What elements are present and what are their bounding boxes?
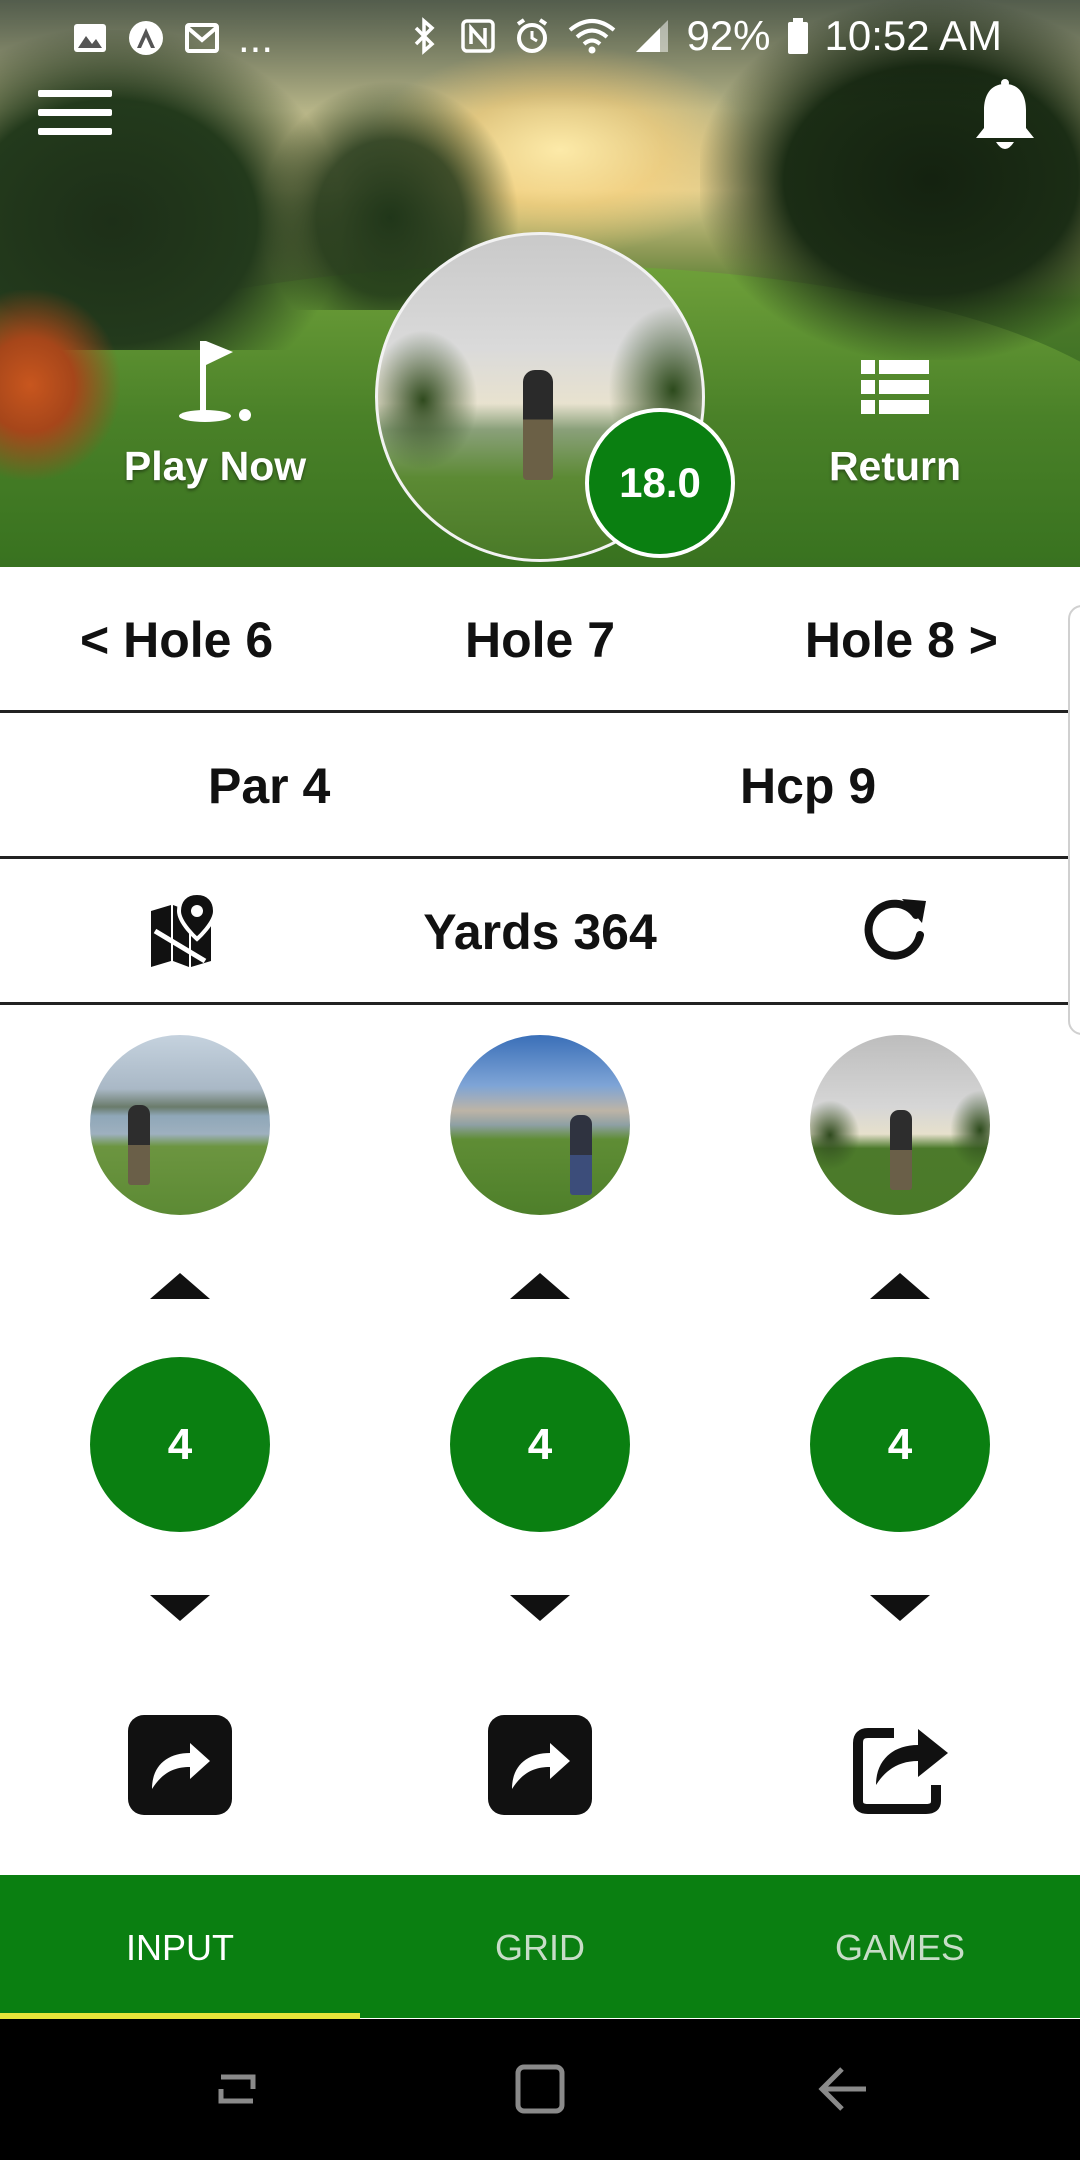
increase-score-arrow-icon[interactable] — [860, 1267, 940, 1307]
hamburger-menu-button[interactable] — [38, 90, 112, 146]
hero-header: ... 92% 10:52 AM Play Now Return 18.0 — [0, 0, 1080, 567]
bell-icon[interactable] — [970, 78, 1040, 158]
share-outline-icon[interactable] — [846, 1709, 954, 1817]
bottom-tab-bar: INPUT GRID GAMES — [0, 1875, 1080, 2018]
player-column: 4 — [80, 1035, 280, 1835]
alarm-icon — [517, 18, 548, 53]
increase-score-arrow-icon[interactable] — [500, 1267, 580, 1307]
photo-tree — [378, 330, 478, 470]
handicap-badge: 18.0 — [585, 408, 735, 558]
hole-handicap-label: Hcp 9 — [740, 758, 877, 814]
player-score[interactable]: 4 — [810, 1357, 990, 1532]
photo-golfer — [890, 1110, 912, 1190]
menu-icon — [38, 90, 112, 97]
clock-time: 10:52 AM — [824, 12, 1002, 59]
signal-icon — [636, 20, 669, 52]
player-avatar[interactable] — [450, 1035, 630, 1215]
list-icon — [861, 360, 929, 414]
recent-apps-icon[interactable] — [207, 2059, 267, 2119]
menu-icon — [38, 128, 112, 135]
hole-navigation-row: < Hole 6 Hole 7 Hole 8 > — [0, 567, 1080, 713]
back-icon[interactable] — [812, 2059, 872, 2119]
status-bar: ... 92% 10:52 AM — [0, 0, 1080, 70]
play-now-button[interactable]: Play Now — [110, 335, 320, 505]
player-column: 4 — [800, 1035, 1000, 1835]
current-hole-label: Hole 7 — [464, 612, 616, 668]
player-column: 4 — [440, 1035, 640, 1835]
decrease-score-arrow-icon[interactable] — [500, 1587, 580, 1627]
home-icon[interactable] — [510, 2059, 570, 2119]
gallery-icon — [74, 24, 106, 52]
player-score[interactable]: 4 — [90, 1357, 270, 1532]
share-icon[interactable] — [486, 1709, 594, 1817]
yardage-row: Yards 364 — [0, 859, 1080, 1005]
status-right-icons: 92% 10:52 AM — [404, 12, 1002, 60]
bluetooth-icon — [415, 17, 436, 55]
wifi-icon — [569, 19, 616, 54]
next-hole-button[interactable]: Hole 8 > — [805, 611, 998, 669]
par-label: Par 4 — [208, 758, 331, 814]
photo-golfer — [570, 1115, 592, 1195]
return-button[interactable]: Return — [800, 360, 990, 500]
photo-tree — [810, 1100, 860, 1170]
tab-input[interactable]: INPUT — [0, 1875, 360, 2018]
return-label: Return — [828, 443, 962, 489]
photo-golfer — [128, 1105, 150, 1185]
player-score[interactable]: 4 — [450, 1357, 630, 1532]
player-avatar[interactable] — [90, 1035, 270, 1215]
more-notifications-indicator: ... — [238, 14, 274, 61]
nfc-icon — [461, 19, 496, 53]
app-a-icon — [129, 21, 163, 55]
photo-golfer — [523, 370, 553, 480]
photo-tree — [950, 1090, 990, 1170]
previous-hole-button[interactable]: < Hole 6 — [80, 611, 273, 669]
player-avatar[interactable] — [810, 1035, 990, 1215]
status-left-icons: ... — [70, 14, 273, 62]
hole-info-row: Par 4 Hcp 9 — [0, 713, 1080, 859]
mail-icon — [185, 23, 219, 53]
side-drawer-handle[interactable] — [1068, 605, 1080, 1035]
system-navigation-bar — [0, 2019, 1080, 2160]
battery-percent: 92% — [686, 12, 771, 59]
menu-icon — [38, 109, 112, 116]
increase-score-arrow-icon[interactable] — [140, 1267, 220, 1307]
decrease-score-arrow-icon[interactable] — [860, 1587, 940, 1627]
decrease-score-arrow-icon[interactable] — [140, 1587, 220, 1627]
refresh-icon[interactable] — [862, 895, 930, 963]
play-now-label: Play Now — [123, 443, 307, 489]
tab-grid[interactable]: GRID — [360, 1875, 720, 2018]
tab-games[interactable]: GAMES — [720, 1875, 1080, 2018]
share-icon[interactable] — [126, 1709, 234, 1817]
battery-icon — [787, 18, 808, 54]
golf-flag-icon — [179, 341, 251, 422]
